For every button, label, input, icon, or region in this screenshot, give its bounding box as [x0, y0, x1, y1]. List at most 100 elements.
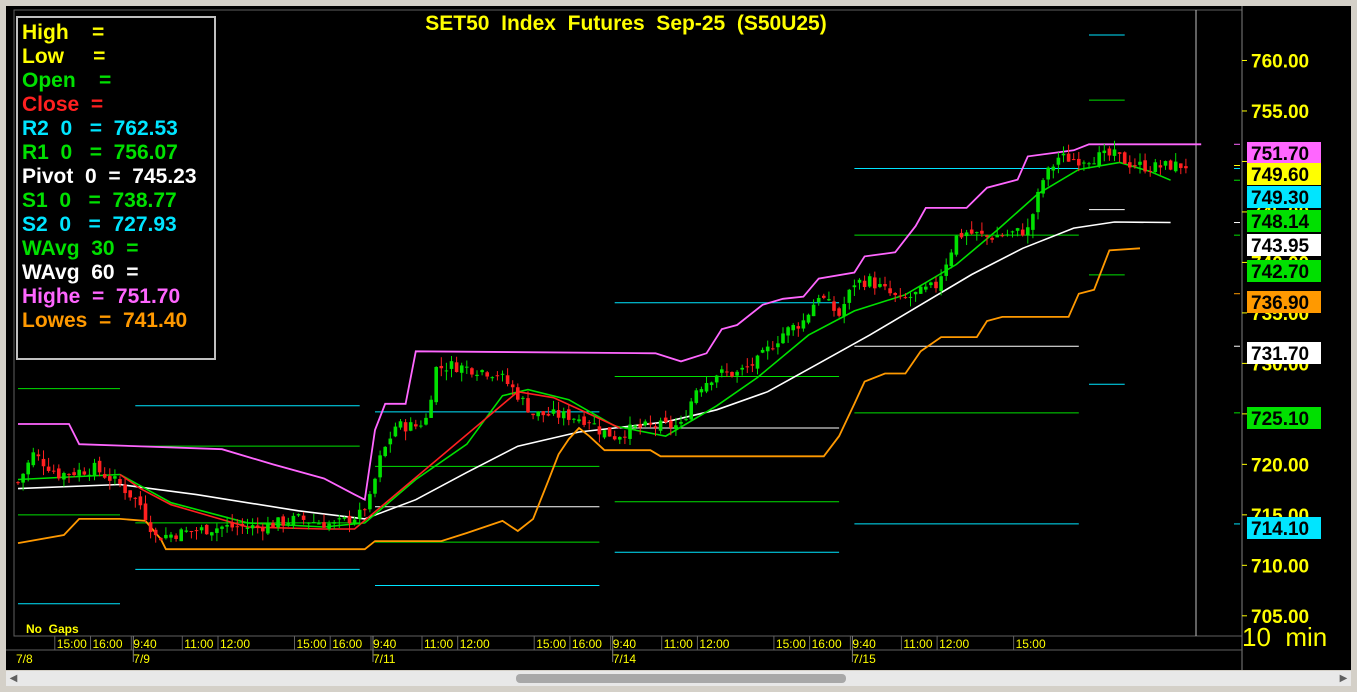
time-label: 16:00 — [93, 637, 123, 651]
candle-body — [87, 474, 92, 476]
time-label: 16:00 — [332, 637, 362, 651]
chart-title: SET50 Index Futures Sep-25 (S50U25) — [425, 12, 826, 35]
scroll-left-icon[interactable]: ◀ — [6, 671, 21, 686]
candle-body — [352, 519, 357, 525]
candle-body — [541, 411, 546, 416]
candle-body — [1117, 152, 1122, 154]
legend-row: S2 0 = 727.93 — [22, 213, 177, 236]
candle-body — [771, 348, 775, 350]
candle-body — [913, 291, 918, 295]
candle-body — [669, 420, 673, 428]
price-tag-label: 749.30 — [1251, 188, 1309, 209]
candle-body — [240, 524, 245, 527]
candle-body — [41, 458, 46, 467]
legend-row: S1 0 = 738.77 — [22, 189, 177, 212]
candle-body — [449, 361, 454, 369]
candle-body — [266, 523, 270, 534]
candle-body — [1051, 166, 1056, 171]
scrollbar-thumb[interactable] — [516, 674, 846, 683]
candle-body — [964, 232, 969, 237]
legend-row: High = — [22, 21, 105, 44]
candle-body — [898, 295, 903, 297]
candle-body — [337, 518, 342, 520]
candle-body — [1036, 191, 1040, 213]
candle-body — [878, 284, 882, 287]
candle-body — [633, 425, 637, 428]
chart-area[interactable]: 760.00755.00750.00745.00740.00735.00730.… — [6, 6, 1351, 670]
candle-body — [908, 296, 913, 298]
candle-body — [62, 473, 66, 480]
candle-body — [934, 281, 938, 289]
candle-body — [57, 468, 61, 479]
candle-body — [373, 478, 377, 494]
legend-row: Lowes = 741.40 — [22, 309, 188, 332]
chart-window: 760.00755.00750.00745.00740.00735.00730.… — [0, 0, 1357, 692]
candle-body — [72, 472, 76, 476]
time-label: 9:40 — [613, 637, 637, 651]
candle-body — [536, 411, 540, 417]
candle-body — [128, 490, 132, 498]
candle-body — [500, 373, 505, 375]
time-axis: 15:00 16:00 9:40 11:00 12:00 15:00 16:00 9:40 11… — [16, 636, 1046, 666]
candle-body — [378, 455, 382, 478]
y-tick-label: 710.00 — [1251, 556, 1309, 577]
candle-body — [505, 375, 510, 385]
candle-body — [347, 515, 352, 524]
horizontal-scrollbar[interactable]: ◀ ▶ — [6, 671, 1351, 686]
candle-body — [699, 389, 704, 393]
candle-body — [1092, 163, 1096, 165]
candle-body — [597, 426, 602, 435]
candle-body — [485, 372, 489, 377]
candle-body — [271, 522, 275, 528]
candle-body — [969, 229, 974, 234]
candle-body — [164, 534, 168, 539]
candle-body — [867, 276, 872, 287]
time-label: 11:00 — [903, 637, 932, 651]
candle-body — [174, 535, 178, 539]
legend-row: R1 0 = 756.07 — [22, 141, 178, 164]
price-tag-label: 714.10 — [1251, 519, 1309, 540]
candle-body — [383, 446, 387, 457]
candle-body — [929, 282, 933, 286]
candle-body — [796, 326, 801, 329]
candle-body — [985, 235, 989, 237]
candle-body — [281, 516, 285, 526]
candle-body — [638, 423, 642, 428]
candle-body — [434, 366, 438, 403]
legend-row: Highe = 751.70 — [22, 285, 181, 308]
candle-body — [184, 530, 189, 532]
time-label: 15:00 — [57, 637, 87, 651]
candle-body — [408, 422, 413, 431]
candle-body — [480, 370, 484, 373]
candle-body — [663, 417, 668, 423]
candle-body — [444, 370, 449, 372]
legend-panel: High = Low = Open = Close = R2 0 = 762.53 R1 … — [16, 16, 216, 360]
candle-body — [567, 409, 571, 420]
scroll-right-icon[interactable]: ▶ — [1336, 671, 1351, 686]
candle-body — [148, 522, 153, 533]
candle-body — [587, 422, 591, 424]
legend-row: Close = — [22, 93, 104, 116]
candle-body — [332, 522, 336, 524]
candle-body — [470, 368, 474, 375]
time-label: 16:00 — [812, 637, 842, 651]
candle-body — [459, 365, 464, 373]
candle-body — [16, 482, 20, 484]
candle-body — [1107, 148, 1112, 156]
candle-body — [1066, 153, 1071, 162]
time-label: 15:00 — [297, 637, 327, 651]
candle-body — [363, 509, 367, 511]
candle-body — [765, 346, 770, 352]
date-label: 7/11 — [373, 652, 396, 666]
candle-body — [628, 424, 632, 439]
time-label: 15:00 — [776, 637, 806, 651]
candle-body — [1005, 234, 1010, 236]
candle-body — [368, 494, 372, 510]
candle-body — [1087, 163, 1091, 165]
candle-body — [210, 532, 214, 536]
candle-body — [694, 390, 699, 403]
candle-body — [1128, 162, 1132, 168]
candle-body — [194, 530, 199, 532]
candle-body — [903, 297, 908, 299]
candle-body — [169, 534, 173, 538]
